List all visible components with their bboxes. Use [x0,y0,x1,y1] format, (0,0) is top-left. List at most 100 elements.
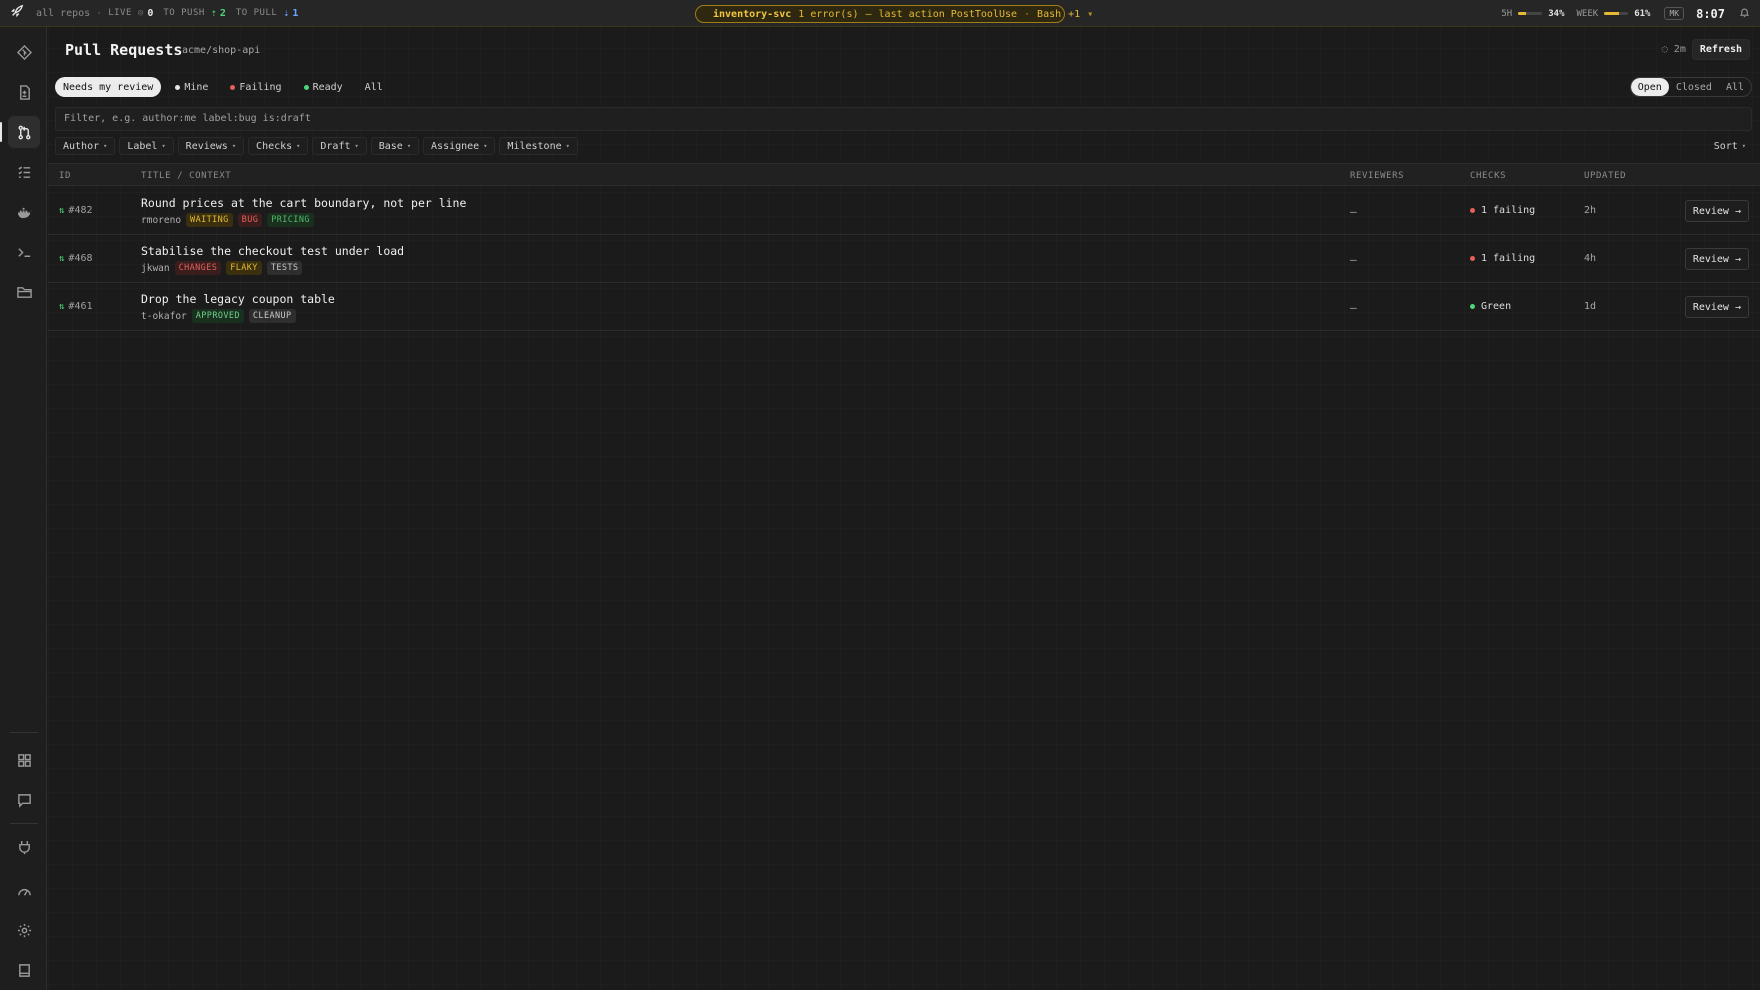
filter-input[interactable]: Filter, e.g. author:me label:bug is:draf… [55,107,1752,131]
sidebar-item-docs[interactable] [8,954,40,986]
chevron-down-icon: ▾ [1741,142,1746,150]
agent-alert-pill[interactable]: inventory-svc 1 error(s) — last action P… [695,5,1093,23]
label-badge: CHANGES [174,261,222,275]
pr-title[interactable]: Drop the legacy coupon table [141,292,335,306]
check-status-text: Green [1481,301,1512,312]
live-ring-icon: ◎ [137,8,144,18]
bell-icon[interactable] [1739,7,1750,21]
pr-updated: 4h [1584,253,1597,264]
facet-label: Author [63,140,100,152]
sidebar-item-terminal[interactable] [8,236,40,268]
pr-checks[interactable]: 1 failing [1470,253,1535,264]
pr-id[interactable]: ⇅ #461 [59,301,93,312]
state-option-all[interactable]: All [1719,78,1751,96]
quick-filter-mine[interactable]: Mine [167,77,216,97]
usage-week-value: 61% [1634,8,1651,19]
sidebar-item-chat[interactable] [8,784,40,816]
facet-author[interactable]: Author ▾ [55,137,116,155]
sidebar-item-git[interactable] [8,36,40,68]
facet-filter-bar: Author ▾ Label ▾ Reviews ▾ Checks ▾ Draft ▾ Base ▾ A… [55,137,578,155]
clock: 8:07 [1696,6,1725,21]
sidebar-item-diff[interactable] [8,76,40,108]
sidebar-item-performance[interactable] [8,875,40,907]
quick-filter-all[interactable]: All [357,77,391,97]
pr-id[interactable]: ⇅ #468 [59,253,93,264]
usage-5h-value: 34% [1548,8,1565,19]
facet-assignee[interactable]: Assignee ▾ [423,137,496,155]
refresh-button[interactable]: Refresh [1691,39,1750,60]
pr-author[interactable]: jkwan [141,263,170,274]
checklist-icon [17,165,30,178]
sidebar-item-pull-requests[interactable] [8,116,40,148]
quick-filter-needs-my-review[interactable]: Needs my review [55,77,162,97]
table-row[interactable]: ⇅ #482 Round prices at the cart boundary, … [48,187,1760,235]
col-checks[interactable]: CHECKS [1470,171,1506,181]
user-avatar[interactable]: MK [1664,7,1685,20]
sort-button[interactable]: Sort ▾ [1708,137,1752,155]
col-title[interactable]: TITLE / CONTEXT [141,171,231,181]
quick-filter-failing[interactable]: Failing [222,77,289,97]
page-title: Pull Requests [65,41,183,59]
pr-id-text: #482 [68,205,93,216]
state-option-closed[interactable]: Closed [1669,78,1719,96]
docker-whale-icon [17,207,32,218]
pr-meta: rmoreno WAITING BUG PRICING [141,213,314,227]
pull-request-icon: ⇅ [59,302,65,312]
status-dot-icon [175,84,181,90]
sidebar-item-settings[interactable] [8,914,40,946]
review-button[interactable]: Review → [1684,296,1749,318]
status-dot-icon [303,84,309,90]
pull-request-icon: ⇅ [59,206,65,216]
pr-author[interactable]: t-okafor [141,311,187,322]
table-row[interactable]: ⇅ #461 Drop the legacy coupon table t-okafo… [48,283,1760,331]
col-updated[interactable]: UPDATED [1584,171,1626,181]
facet-label: Base [378,140,403,152]
quick-filter-label: Needs my review [63,81,154,93]
review-button[interactable]: Review → [1684,200,1749,222]
repo-name[interactable]: acme/shop-api [182,45,260,56]
scope-label[interactable]: all repos [36,8,90,19]
facet-label[interactable]: Label ▾ [119,137,174,155]
alert-dot-separator: · [1024,8,1031,20]
state-option-open[interactable]: Open [1630,78,1669,96]
facet-milestone[interactable]: Milestone ▾ [499,137,578,155]
table-header: ID TITLE / CONTEXT REVIEWERS CHECKS UPDA… [48,163,1760,186]
pr-checks[interactable]: 1 failing [1470,205,1535,216]
facet-draft[interactable]: Draft ▾ [312,137,367,155]
sidebar-item-plugins[interactable] [8,831,40,863]
status-dot-icon [230,84,236,90]
col-reviewers[interactable]: REVIEWERS [1350,171,1404,181]
review-button[interactable]: Review → [1684,248,1749,270]
facet-label: Reviews [185,140,228,152]
pr-checks[interactable]: Green [1470,301,1511,312]
pull-request-icon: ⇅ [59,254,65,264]
sidebar-item-tasks[interactable] [8,156,40,188]
rocket-logo-icon [10,4,24,22]
sidebar-item-dashboard[interactable] [8,744,40,776]
usage-5h-label: 5H [1501,8,1513,19]
pr-author[interactable]: rmoreno [141,215,181,226]
quick-filter-ready[interactable]: Ready [296,77,351,97]
alert-errors: 1 error(s) [798,8,859,20]
alert-more: +1 [1068,8,1081,20]
table-row[interactable]: ⇅ #468 Stabilise the checkout test under l… [48,235,1760,283]
facet-label: Checks [256,140,293,152]
facet-base[interactable]: Base ▾ [370,137,420,155]
pr-meta: t-okafor APPROVED CLEANUP [141,309,296,323]
pr-title[interactable]: Round prices at the cart boundary, not p… [141,196,466,210]
pr-id-text: #468 [68,253,93,264]
pr-reviewers: — [1350,253,1357,266]
separator-dot: · [96,7,103,19]
sidebar-item-files[interactable] [8,276,40,308]
facet-label: Assignee [431,140,480,152]
top-status-bar: all repos · LIVE ◎ 0 TO PUSH ⇡ 2 TO PULL… [0,0,1760,27]
pr-id[interactable]: ⇅ #482 [59,205,93,216]
chevron-down-icon: ▾ [406,142,412,150]
facet-checks[interactable]: Checks ▾ [248,137,309,155]
sort-label: Sort [1713,140,1738,152]
sidebar-item-docker[interactable] [8,196,40,228]
facet-reviews[interactable]: Reviews ▾ [177,137,245,155]
col-id[interactable]: ID [59,171,71,181]
pr-title[interactable]: Stabilise the checkout test under load [141,244,404,258]
facet-label: Draft [320,140,351,152]
